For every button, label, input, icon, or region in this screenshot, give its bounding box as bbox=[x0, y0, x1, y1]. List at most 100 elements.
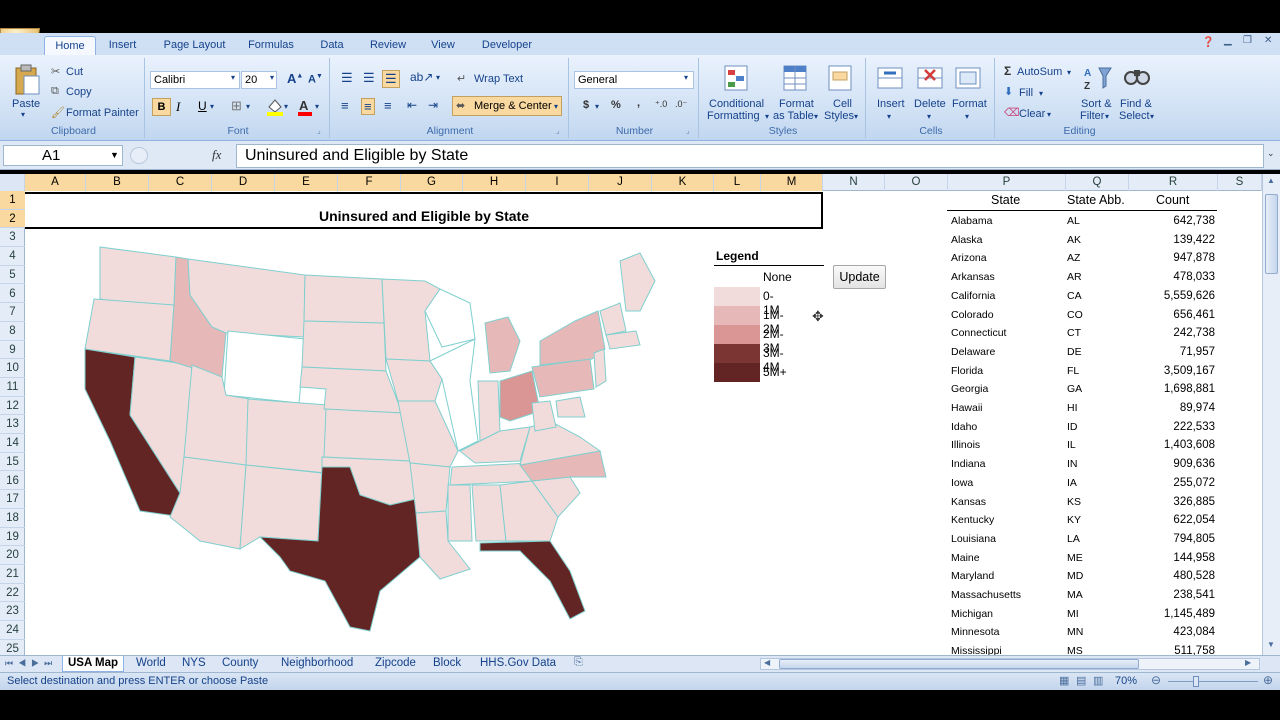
new-mexico-state[interactable] bbox=[239, 464, 323, 550]
insert-cells-icon[interactable] bbox=[876, 64, 904, 92]
bottom-align-icon[interactable]: ☰ bbox=[382, 70, 400, 88]
column-header-e[interactable]: E bbox=[275, 174, 338, 191]
alignment-dialog-launcher-icon[interactable]: ⌟ bbox=[556, 126, 560, 135]
cell-styles-icon[interactable] bbox=[828, 64, 854, 92]
name-box[interactable]: A1 bbox=[3, 145, 123, 166]
column-header-b[interactable]: B bbox=[86, 174, 149, 191]
currency-dropdown-icon[interactable]: ▾ bbox=[595, 102, 599, 111]
maine-state[interactable] bbox=[619, 252, 656, 312]
cell-styles-dropdown-icon[interactable]: ▾ bbox=[854, 112, 858, 121]
increase-decimal-icon[interactable]: ⁺.0 bbox=[655, 99, 667, 110]
column-header-n[interactable]: N bbox=[823, 174, 885, 191]
fill-color-icon[interactable] bbox=[266, 97, 284, 117]
format-as-table-icon[interactable] bbox=[783, 64, 809, 92]
row-header-1[interactable]: 1 bbox=[0, 191, 25, 210]
align-left-icon[interactable]: ≡ bbox=[341, 98, 349, 113]
kansas-state[interactable] bbox=[323, 408, 411, 462]
table-row[interactable]: Massachusetts MA 238,541 bbox=[947, 586, 1217, 605]
sort-filter-dropdown-icon[interactable]: ▾ bbox=[1105, 112, 1109, 121]
column-header-s[interactable]: S bbox=[1218, 174, 1262, 191]
row-header-18[interactable]: 18 bbox=[0, 509, 25, 528]
merge-center-dropdown-icon[interactable]: ▾ bbox=[554, 102, 558, 111]
insert-function-icon[interactable]: fx bbox=[212, 147, 221, 163]
table-row[interactable]: Delaware DE 71,957 bbox=[947, 343, 1217, 362]
delete-dropdown-icon[interactable]: ▾ bbox=[927, 112, 931, 121]
row-header-24[interactable]: 24 bbox=[0, 621, 25, 640]
font-color-dropdown-icon[interactable]: ▾ bbox=[315, 102, 319, 111]
row-header-22[interactable]: 22 bbox=[0, 584, 25, 603]
shrink-font-icon[interactable]: A▼ bbox=[308, 73, 323, 86]
find-select-icon[interactable] bbox=[1123, 64, 1151, 92]
sheet-tab-usa-map[interactable]: USA Map bbox=[62, 656, 125, 672]
delete-cells-button[interactable]: Delete bbox=[914, 98, 946, 110]
table-row[interactable]: Idaho ID 222,533 bbox=[947, 418, 1217, 437]
cut-button[interactable]: Cut bbox=[66, 66, 83, 78]
currency-button[interactable]: $ bbox=[583, 99, 589, 111]
florida-state[interactable] bbox=[479, 540, 586, 620]
indiana-state[interactable] bbox=[477, 380, 501, 442]
font-color-icon[interactable]: A bbox=[297, 97, 313, 117]
borders-dropdown-icon[interactable]: ▾ bbox=[246, 102, 250, 111]
column-header-a[interactable]: A bbox=[25, 174, 86, 191]
west-virginia-state[interactable] bbox=[531, 400, 557, 432]
number-format-select[interactable]: General bbox=[574, 71, 694, 89]
zoom-in-icon[interactable]: ⊕ bbox=[1263, 673, 1273, 687]
column-header-c[interactable]: C bbox=[149, 174, 212, 191]
orientation-icon[interactable]: ab↗ bbox=[410, 70, 433, 84]
table-row[interactable]: Maryland MD 480,528 bbox=[947, 567, 1217, 586]
south-dakota-state[interactable] bbox=[301, 320, 387, 372]
column-header-o[interactable]: O bbox=[885, 174, 948, 191]
row-header-19[interactable]: 19 bbox=[0, 528, 25, 547]
table-row[interactable]: Georgia GA 1,698,881 bbox=[947, 380, 1217, 399]
number-format-dropdown-icon[interactable]: ▾ bbox=[684, 73, 688, 82]
row-header-11[interactable]: 11 bbox=[0, 378, 25, 397]
font-name-select[interactable]: Calibri bbox=[150, 71, 240, 89]
fill-dropdown-icon[interactable]: ▾ bbox=[1039, 89, 1043, 98]
orientation-dropdown-icon[interactable]: ▾ bbox=[436, 73, 440, 82]
table-row[interactable]: Connecticut CT 242,738 bbox=[947, 324, 1217, 343]
font-name-dropdown-icon[interactable]: ▾ bbox=[231, 73, 235, 82]
select-all-corner[interactable] bbox=[0, 174, 25, 191]
decrease-decimal-icon[interactable]: .0⁻ bbox=[675, 99, 687, 110]
row-header-17[interactable]: 17 bbox=[0, 490, 25, 509]
paste-icon[interactable] bbox=[13, 64, 41, 96]
format-as-table-button[interactable]: Format bbox=[779, 98, 814, 110]
fill-color-dropdown-icon[interactable]: ▾ bbox=[284, 102, 288, 111]
clear-dropdown-icon[interactable]: ▾ bbox=[1047, 110, 1051, 119]
sort-filter-icon[interactable]: AZ bbox=[1083, 64, 1113, 92]
table-row[interactable]: Louisiana LA 794,805 bbox=[947, 530, 1217, 549]
column-header-q[interactable]: Q bbox=[1066, 174, 1129, 191]
table-row[interactable]: Michigan MI 1,145,489 bbox=[947, 605, 1217, 624]
table-row[interactable]: Alaska AK 139,422 bbox=[947, 231, 1217, 250]
sheet-tab-hhs-gov-data[interactable]: HHS.Gov Data bbox=[480, 656, 556, 672]
row-header-9[interactable]: 9 bbox=[0, 341, 25, 360]
tab-home[interactable]: Home bbox=[44, 36, 96, 55]
underline-dropdown-icon[interactable]: ▾ bbox=[210, 102, 214, 111]
tab-developer[interactable]: Developer bbox=[474, 36, 540, 55]
decrease-indent-icon[interactable]: ⇤ bbox=[407, 98, 417, 112]
format-dropdown-icon[interactable]: ▾ bbox=[965, 112, 969, 121]
italic-button[interactable]: I bbox=[176, 99, 180, 115]
find-select-button[interactable]: Find & bbox=[1120, 98, 1152, 110]
scroll-up-icon[interactable]: ▲ bbox=[1267, 176, 1275, 185]
find-select-dropdown-icon[interactable]: ▾ bbox=[1150, 112, 1154, 121]
wrap-text-button[interactable]: Wrap Text bbox=[474, 73, 523, 85]
vertical-scrollbar[interactable]: ▲ ▼ bbox=[1262, 174, 1280, 655]
row-header-4[interactable]: 4 bbox=[0, 247, 25, 266]
font-dialog-launcher-icon[interactable]: ⌟ bbox=[317, 126, 321, 135]
tab-review[interactable]: Review bbox=[362, 36, 414, 55]
table-row[interactable]: Iowa IA 255,072 bbox=[947, 474, 1217, 493]
horizontal-scrollbar[interactable]: ◀ ▶ bbox=[760, 658, 1260, 670]
north-dakota-state[interactable] bbox=[303, 274, 385, 324]
zoom-out-icon[interactable]: ⊖ bbox=[1151, 673, 1161, 687]
minimize-icon[interactable]: ▁ bbox=[1224, 35, 1232, 46]
table-row[interactable]: Indiana IN 909,636 bbox=[947, 455, 1217, 474]
sheet-tab-block[interactable]: Block bbox=[433, 656, 461, 672]
column-header-j[interactable]: J bbox=[589, 174, 652, 191]
clear-button[interactable]: Clear bbox=[1019, 108, 1045, 120]
scroll-right-icon[interactable]: ▶ bbox=[1245, 658, 1251, 667]
maryland-state[interactable] bbox=[555, 396, 586, 418]
row-header-6[interactable]: 6 bbox=[0, 285, 25, 304]
table-row[interactable]: Kentucky KY 622,054 bbox=[947, 511, 1217, 530]
column-header-g[interactable]: G bbox=[401, 174, 463, 191]
